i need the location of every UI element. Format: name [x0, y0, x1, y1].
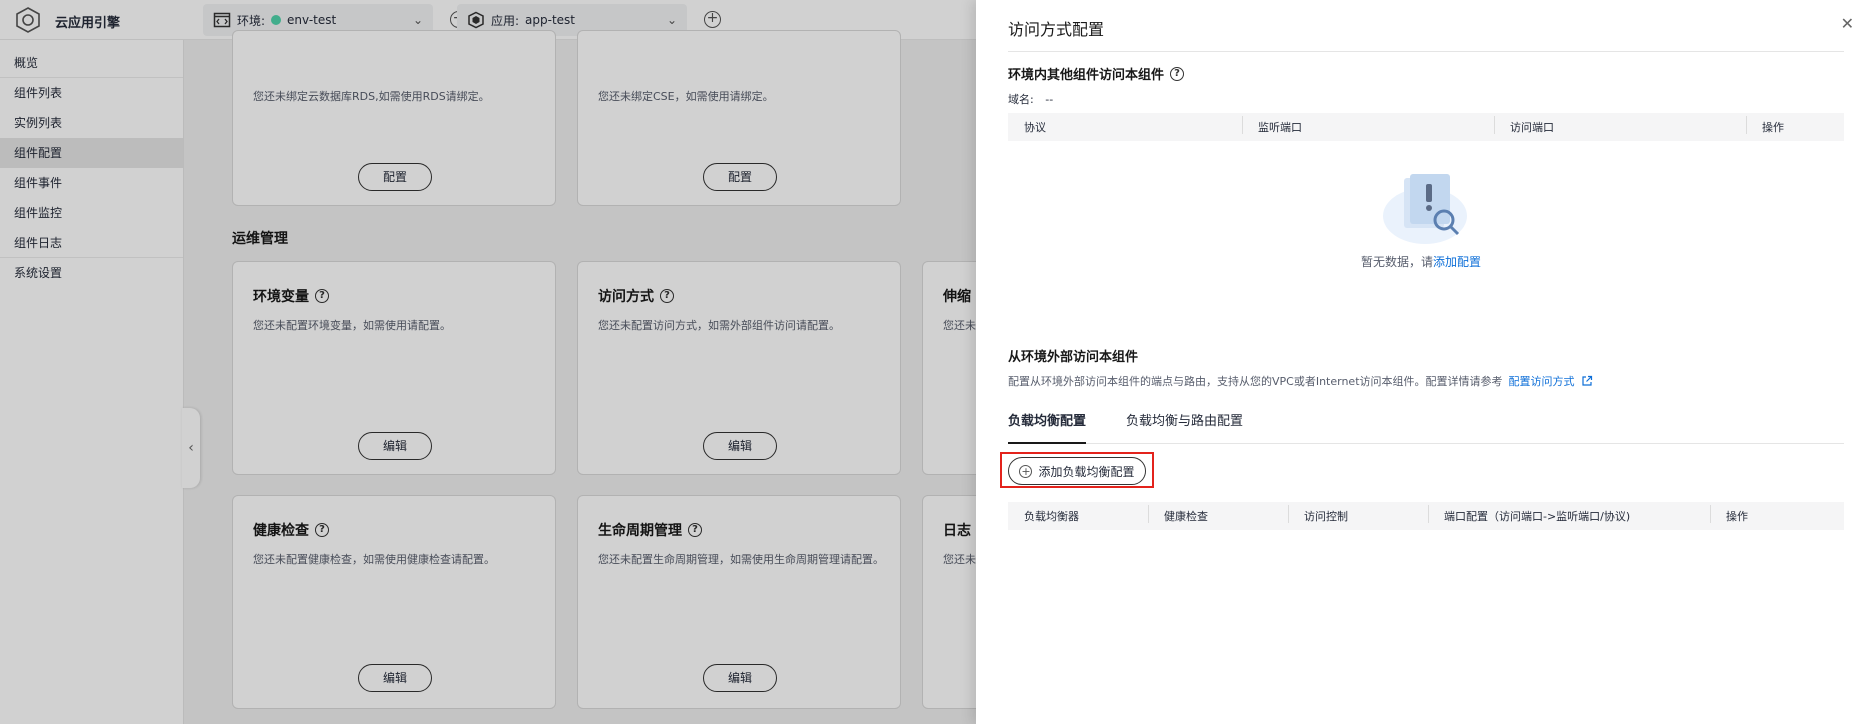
domain-line: 域名: -- — [1008, 91, 1053, 107]
domain-value: -- — [1045, 93, 1054, 106]
divider — [1008, 51, 1844, 52]
empty-data-illustration-icon — [1383, 174, 1467, 244]
external-access-description: 配置从环境外部访问本组件的端点与路由，支持从您的VPC或者Internet访问本… — [1008, 373, 1593, 389]
internal-table-header: 协议 监听端口 访问端口 操作 — [1008, 113, 1844, 141]
lb-table-header: 负载均衡器 健康检查 访问控制 端口配置（访问端口->监听端口/协议) 操作 — [1008, 502, 1844, 530]
column-header: 操作 — [1746, 116, 1844, 135]
column-header: 端口配置（访问端口->监听端口/协议) — [1428, 505, 1710, 524]
column-header: 访问端口 — [1494, 116, 1746, 135]
column-header: 访问控制 — [1288, 505, 1428, 524]
close-icon[interactable]: ✕ — [1841, 14, 1854, 33]
column-header: 健康检查 — [1148, 505, 1288, 524]
column-header: 监听端口 — [1242, 116, 1494, 135]
add-load-balancer-button[interactable]: + 添加负载均衡配置 — [1008, 457, 1146, 485]
access-config-doc-link[interactable]: 配置访问方式 — [1509, 373, 1575, 389]
tab-load-balancer-routing[interactable]: 负载均衡与路由配置 — [1126, 412, 1243, 444]
column-header: 操作 — [1710, 505, 1844, 524]
help-icon[interactable]: ? — [1170, 66, 1185, 81]
add-config-link[interactable]: 添加配置 — [1433, 255, 1481, 269]
column-header: 协议 — [1024, 121, 1046, 134]
internal-access-title: 环境内其他组件访问本组件 ? — [1008, 64, 1185, 83]
drawer-title: 访问方式配置 — [1008, 20, 1105, 39]
access-config-drawer: 访问方式配置 ✕ 环境内其他组件访问本组件 ? 域名: -- 协议 监听端口 访… — [976, 0, 1866, 724]
empty-state-text: 暂无数据，请添加配置 — [1360, 255, 1482, 269]
tab-load-balancer[interactable]: 负载均衡配置 — [1008, 412, 1087, 444]
modal-overlay[interactable] — [0, 0, 976, 724]
external-access-title: 从环境外部访问本组件 — [1008, 350, 1139, 365]
config-tabs: 负载均衡配置 负载均衡与路由配置 — [1008, 412, 1844, 444]
plus-circle-icon: + — [1019, 464, 1033, 478]
external-link-icon[interactable] — [1581, 375, 1593, 387]
domain-label: 域名: — [1008, 93, 1034, 106]
column-header: 负载均衡器 — [1024, 510, 1079, 523]
